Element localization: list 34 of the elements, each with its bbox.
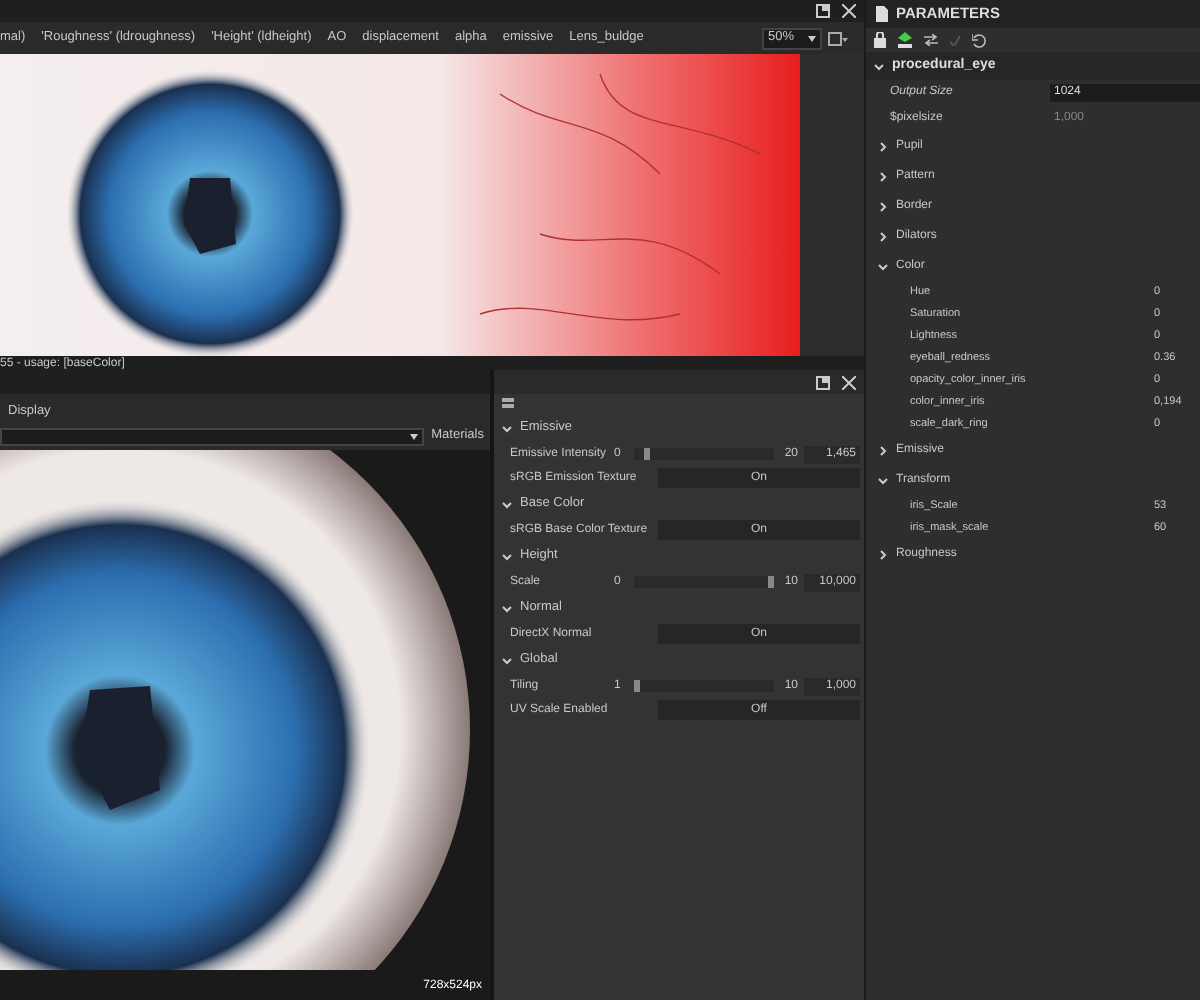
chevron-right-icon[interactable]	[878, 142, 888, 152]
chevron-down-icon[interactable]	[874, 61, 884, 71]
caret-icon	[409, 433, 418, 439]
maximize-icon[interactable]	[816, 4, 830, 18]
chevron-right-icon[interactable]	[878, 202, 888, 212]
slider-thumb[interactable]	[768, 576, 774, 588]
lock-icon[interactable]	[874, 32, 886, 48]
chevron-down-icon[interactable]	[502, 655, 512, 665]
stack-icon[interactable]	[898, 32, 912, 48]
slider-track[interactable]	[634, 448, 774, 460]
close-icon[interactable]	[842, 4, 856, 18]
slider-thumb[interactable]	[634, 680, 640, 692]
view-icon[interactable]	[828, 31, 848, 45]
check-icon[interactable]	[950, 35, 960, 45]
grid-icon[interactable]	[502, 398, 514, 410]
chevron-down-icon[interactable]	[878, 476, 888, 486]
close-icon[interactable]	[842, 375, 856, 389]
slider-thumb[interactable]	[643, 448, 650, 460]
caret-icon	[808, 35, 816, 41]
slider-track[interactable]	[634, 576, 774, 588]
chevron-right-icon[interactable]	[878, 446, 888, 456]
swap-icon[interactable]	[924, 34, 938, 46]
chevron-down-icon[interactable]	[502, 499, 512, 509]
chevron-down-icon[interactable]	[502, 603, 512, 613]
chevron-down-icon[interactable]	[878, 262, 888, 272]
chevron-right-icon[interactable]	[878, 172, 888, 182]
chevron-down-icon[interactable]	[502, 423, 512, 433]
document-icon	[876, 6, 888, 22]
chevron-right-icon[interactable]	[878, 550, 888, 560]
chevron-down-icon[interactable]	[502, 551, 512, 561]
slider-track[interactable]	[634, 680, 774, 692]
chevron-right-icon[interactable]	[878, 232, 888, 242]
maximize-icon[interactable]	[816, 375, 830, 389]
reset-icon[interactable]	[972, 33, 986, 47]
